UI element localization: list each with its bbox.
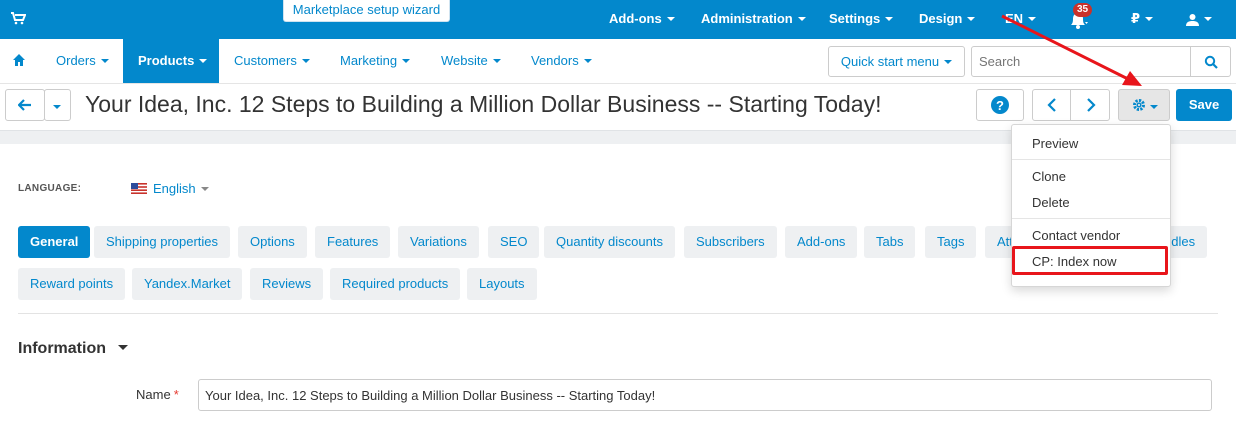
topmenu-design[interactable]: Design — [919, 0, 976, 39]
user-icon — [1186, 14, 1199, 27]
back-history-dropdown[interactable] — [44, 89, 71, 121]
arrow-left-icon — [18, 99, 31, 111]
tab-subscribers[interactable]: Subscribers — [684, 226, 777, 258]
notification-badge: 35 — [1073, 3, 1093, 17]
nav-marketing-label: Marketing — [340, 53, 398, 68]
tab-quantity-discounts[interactable]: Quantity discounts — [544, 226, 675, 258]
tab-features[interactable]: Features — [315, 226, 391, 258]
topmenu-administration[interactable]: Administration — [701, 0, 806, 39]
search-input[interactable] — [971, 46, 1191, 77]
section-divider — [18, 313, 1218, 314]
language-selector[interactable]: EN — [1005, 0, 1037, 39]
marketplace-setup-wizard-button[interactable]: Marketplace setup wizard — [283, 0, 450, 22]
topmenu-add-ons-label: Add-ons — [609, 11, 662, 26]
menu-item-preview[interactable]: Preview — [1032, 136, 1078, 151]
nav-vendors[interactable]: Vendors — [531, 39, 592, 83]
nav-orders-label: Orders — [56, 53, 96, 68]
user-menu[interactable] — [1186, 0, 1212, 39]
nav-vendors-label: Vendors — [531, 53, 579, 68]
currency-selector[interactable]: ₽ — [1131, 0, 1154, 39]
nav-customers-label: Customers — [234, 53, 297, 68]
us-flag-icon — [131, 183, 147, 194]
topmenu-settings-label: Settings — [829, 11, 881, 26]
language-value: English — [153, 181, 196, 196]
back-button[interactable] — [5, 89, 45, 121]
page-title: Your Idea, Inc. 12 Steps to Building a M… — [85, 91, 882, 117]
tab-tabs[interactable]: Tabs — [864, 226, 916, 258]
tab-layouts[interactable]: Layouts — [467, 268, 537, 300]
search-button[interactable] — [1190, 46, 1231, 77]
topmenu-administration-label: Administration — [701, 11, 793, 26]
nav-marketing[interactable]: Marketing — [340, 39, 411, 83]
information-heading: Information — [18, 340, 106, 357]
information-section-toggle[interactable]: Information — [18, 340, 128, 358]
tab-required-products[interactable]: Required products — [330, 268, 461, 300]
currency-symbol: ₽ — [1131, 11, 1141, 26]
svg-text:?: ? — [996, 98, 1004, 113]
highlight-box — [1012, 246, 1168, 275]
topmenu-settings[interactable]: Settings — [829, 0, 894, 39]
menu-divider — [1012, 218, 1170, 219]
chevron-down-icon — [53, 105, 61, 109]
tab-tags[interactable]: Tags — [925, 226, 977, 258]
settings-gear-button[interactable] — [1118, 89, 1170, 121]
tab-shipping-properties[interactable]: Shipping properties — [94, 226, 231, 258]
product-name-input[interactable] — [198, 379, 1212, 411]
gear-icon — [1133, 99, 1145, 111]
language-code: EN — [1005, 11, 1024, 26]
tab-general[interactable]: General — [18, 226, 91, 258]
nav-website-label: Website — [441, 53, 488, 68]
nav-customers[interactable]: Customers — [234, 39, 310, 83]
menu-item-delete[interactable]: Delete — [1032, 195, 1070, 210]
nav-products[interactable]: Products — [123, 39, 219, 83]
menu-item-clone[interactable]: Clone — [1032, 169, 1066, 184]
nav-website[interactable]: Website — [441, 39, 501, 83]
next-product-button[interactable] — [1070, 89, 1110, 121]
cart-icon[interactable] — [10, 10, 26, 26]
home-icon[interactable] — [12, 53, 26, 67]
quick-start-label: Quick start menu — [840, 54, 940, 69]
language-label: LANGUAGE: — [18, 183, 82, 194]
save-button[interactable]: Save — [1176, 89, 1232, 121]
tab-add-ons[interactable]: Add-ons — [785, 226, 858, 258]
name-label-text: Name — [136, 387, 171, 402]
menu-item-contact-vendor[interactable]: Contact vendor — [1032, 228, 1120, 243]
chevron-left-icon — [1047, 98, 1056, 112]
topmenu-design-label: Design — [919, 11, 963, 26]
tab-reward-points[interactable]: Reward points — [18, 268, 126, 300]
tab-yandex-market[interactable]: Yandex.Market — [132, 268, 243, 300]
search-icon — [1204, 55, 1218, 69]
chevron-right-icon — [1087, 98, 1096, 112]
tab-variations[interactable]: Variations — [398, 226, 479, 258]
content-language-selector[interactable]: English — [131, 181, 209, 196]
tab-seo[interactable]: SEO — [488, 226, 540, 258]
chevron-down-icon — [1150, 105, 1158, 109]
nav-products-label: Products — [138, 53, 195, 68]
help-button[interactable]: ? — [976, 89, 1024, 121]
previous-product-button[interactable] — [1032, 89, 1071, 121]
quick-start-menu-button[interactable]: Quick start menu — [828, 46, 965, 77]
nav-orders[interactable]: Orders — [56, 39, 109, 83]
tab-options[interactable]: Options — [238, 226, 307, 258]
name-field-label: Name * — [136, 387, 179, 402]
topmenu-add-ons[interactable]: Add-ons — [609, 0, 675, 39]
menu-divider — [1012, 159, 1170, 160]
help-icon: ? — [991, 96, 1009, 114]
required-marker: * — [173, 387, 179, 402]
tab-reviews[interactable]: Reviews — [250, 268, 324, 300]
